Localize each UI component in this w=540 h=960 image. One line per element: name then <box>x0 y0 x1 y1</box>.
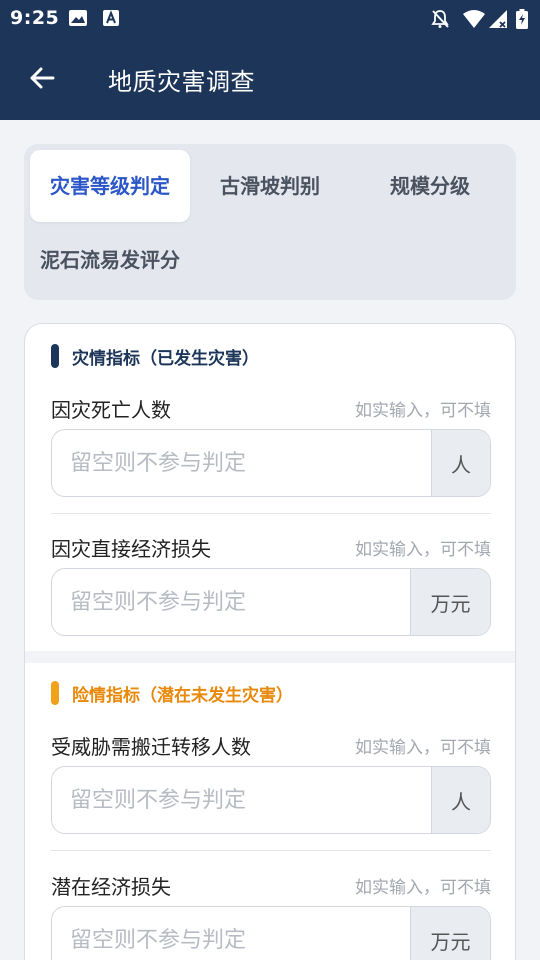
deaths-input[interactable] <box>52 430 432 496</box>
battery-charging-icon <box>516 9 528 29</box>
section-header-disaster: 灾情指标（已发生灾害） <box>51 344 259 369</box>
field-label-deaths: 因灾死亡人数 <box>51 398 171 422</box>
potential-loss-field: 万元 <box>51 906 491 960</box>
field-label-relocation: 受威胁需搬迁转移人数 <box>51 735 251 759</box>
field-hint: 如实输入，可不填 <box>355 401 491 421</box>
arrow-left-icon <box>30 67 55 89</box>
potential-loss-input[interactable] <box>52 907 412 960</box>
gallery-icon <box>69 10 87 26</box>
section-header-risk: 险情指标（潜在未发生灾害） <box>51 681 293 706</box>
status-bar: 9:25 <box>0 0 540 36</box>
unit-label: 人 <box>431 430 490 496</box>
section-title: 险情指标（潜在未发生灾害） <box>72 685 293 706</box>
relocation-input[interactable] <box>52 767 432 833</box>
tab-bar: 灾害等级判定 古滑坡判别 规模分级 泥石流易发评分 <box>24 144 516 300</box>
field-hint: 如实输入，可不填 <box>355 540 491 560</box>
tab-debris-flow-score[interactable]: 泥石流易发评分 <box>30 224 190 296</box>
text-notification-icon <box>103 10 119 26</box>
direct-loss-field: 万元 <box>51 568 491 636</box>
bell-off-icon <box>431 10 449 28</box>
unit-label: 万元 <box>410 907 490 960</box>
relocation-field: 人 <box>51 766 491 834</box>
app-bar: 地质灾害调查 <box>0 36 540 120</box>
back-button[interactable] <box>22 58 62 98</box>
divider <box>51 850 491 851</box>
field-label-direct-loss: 因灾直接经济损失 <box>51 537 211 561</box>
wifi-icon <box>463 10 485 28</box>
section-separator <box>25 651 515 663</box>
field-label-potential-loss: 潜在经济损失 <box>51 875 171 899</box>
field-hint: 如实输入，可不填 <box>355 878 491 898</box>
form-card: 灾情指标（已发生灾害） 因灾死亡人数 如实输入，可不填 人 因灾直接经济损失 如… <box>24 323 516 960</box>
deaths-field: 人 <box>51 429 491 497</box>
tab-ancient-landslide[interactable]: 古滑坡判别 <box>190 150 350 222</box>
divider <box>51 513 491 514</box>
field-hint: 如实输入，可不填 <box>355 738 491 758</box>
page-title: 地质灾害调查 <box>108 68 255 96</box>
unit-label: 万元 <box>410 569 490 635</box>
direct-loss-input[interactable] <box>52 569 412 635</box>
unit-label: 人 <box>431 767 490 833</box>
section-marker <box>51 681 59 705</box>
cellular-signal-icon <box>489 10 507 28</box>
status-time: 9:25 <box>10 7 60 29</box>
section-title: 灾情指标（已发生灾害） <box>72 348 259 369</box>
tab-scale-grade[interactable]: 规模分级 <box>350 150 510 222</box>
tab-disaster-grade[interactable]: 灾害等级判定 <box>30 150 190 222</box>
section-marker <box>51 344 59 368</box>
